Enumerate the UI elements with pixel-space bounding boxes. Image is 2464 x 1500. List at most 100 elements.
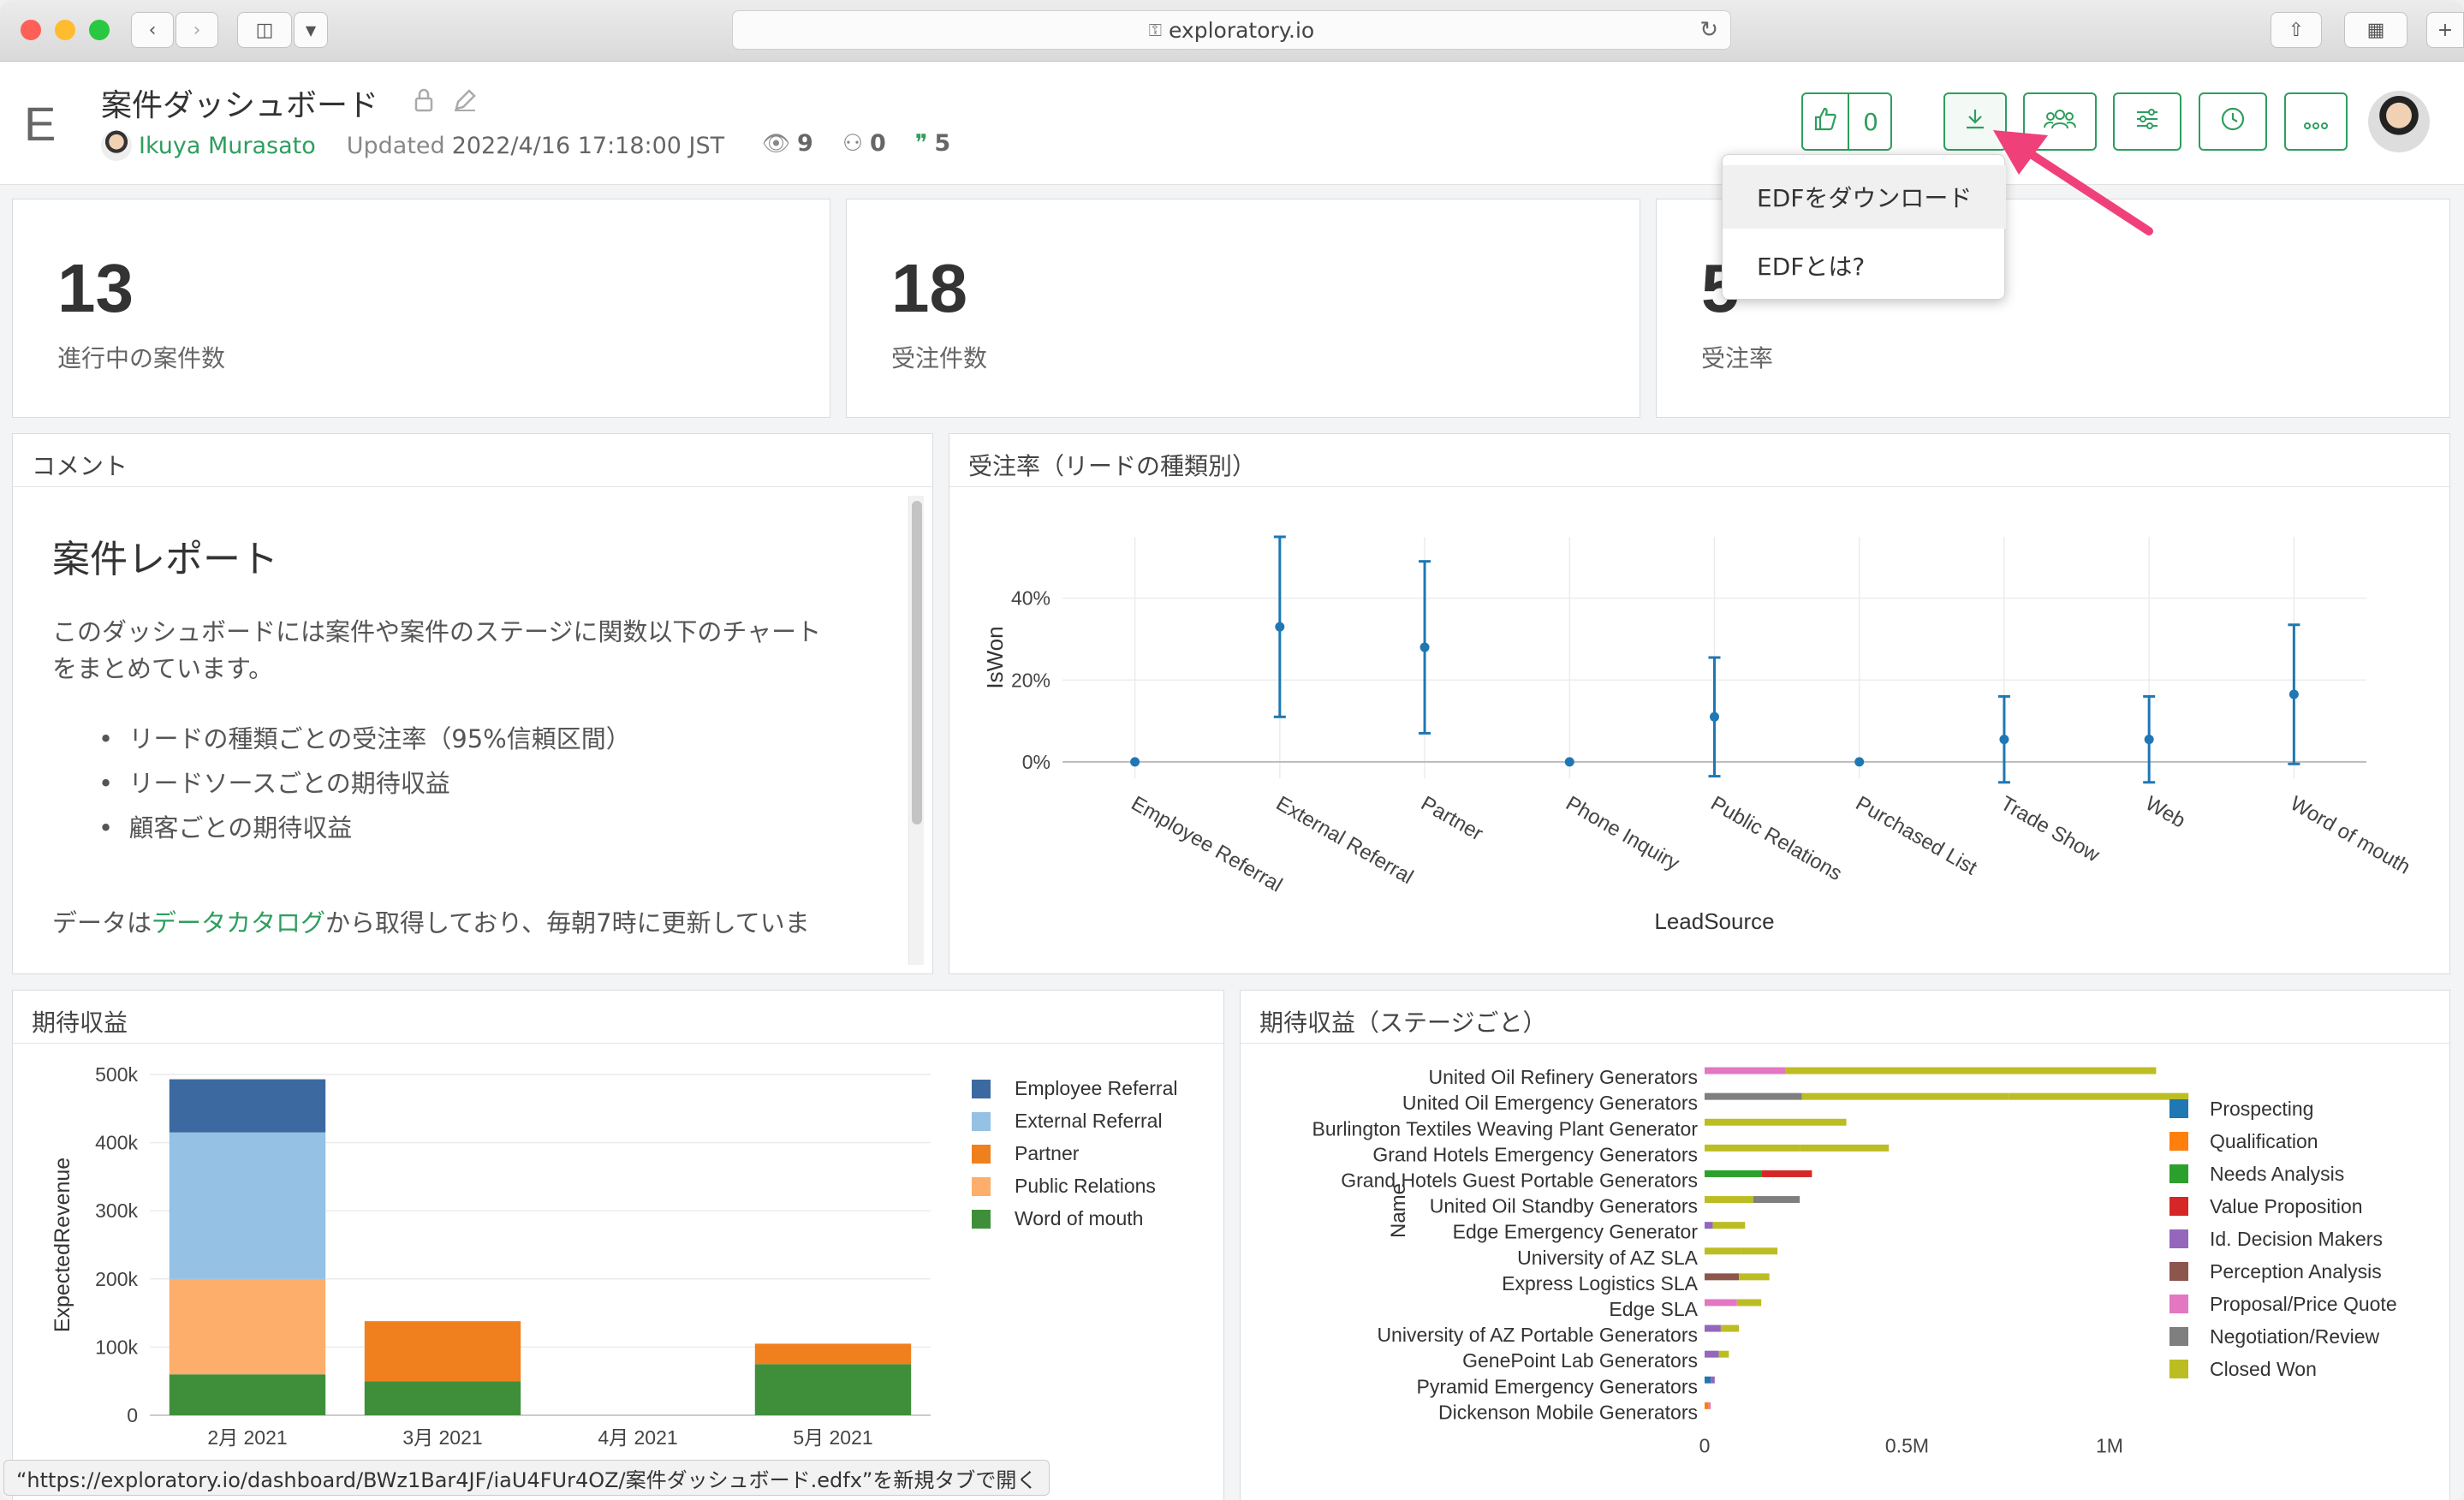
bar-segment bbox=[1705, 1144, 1800, 1152]
x-tick-label: Employee Referral bbox=[1128, 792, 1287, 897]
kpi-label: 進行中の案件数 bbox=[57, 344, 226, 372]
tags-count[interactable]: 5 bbox=[934, 130, 950, 157]
y-axis-label: ExpectedRevenue bbox=[51, 1158, 74, 1332]
bar-segment bbox=[169, 1374, 326, 1415]
y-tick-label: GenePoint Lab Generators bbox=[1462, 1349, 1698, 1372]
app-logo[interactable]: E bbox=[24, 96, 56, 152]
browser-window: ‹ › ◫ ▼ ⚿ exploratory.io ↻ ⇧ ▦ + E 案件ダッシ… bbox=[0, 0, 2464, 1500]
legend-swatch bbox=[972, 1177, 991, 1196]
y-tick-label: United Oil Emergency Generators bbox=[1402, 1092, 1698, 1114]
legend-label: Id. Decision Makers bbox=[2210, 1228, 2383, 1250]
list-item: • 顧客ごとの期待収益 bbox=[98, 813, 353, 842]
list-item: • リードソースごとの期待収益 bbox=[98, 769, 450, 798]
data-point bbox=[1710, 711, 1719, 722]
bar-segment bbox=[1761, 1170, 1812, 1177]
bar-segment bbox=[1705, 1247, 1741, 1255]
x-tick-label: 4月 2021 bbox=[598, 1426, 677, 1449]
author-link[interactable]: Ikuya Murasato bbox=[139, 133, 316, 159]
bar-segment bbox=[1801, 1092, 2009, 1100]
y-axis-label: IsWon bbox=[982, 626, 1008, 688]
data-catalog-link[interactable]: データカタログ bbox=[152, 908, 325, 938]
x-tick-label: Phone Inquiry bbox=[1562, 792, 1683, 875]
bar-segment bbox=[754, 1364, 912, 1415]
back-icon[interactable]: ‹ bbox=[131, 12, 174, 48]
kpi-label: 受注率 bbox=[1701, 344, 1774, 372]
chart-title: 期待収益 bbox=[32, 1009, 128, 1037]
legend-swatch bbox=[2169, 1229, 2188, 1248]
minimize-window-button[interactable] bbox=[55, 20, 75, 40]
address-bar[interactable]: ⚿ exploratory.io ↻ bbox=[732, 10, 1731, 50]
annotation-arrow bbox=[1993, 130, 2153, 235]
bar-segment bbox=[1705, 1376, 1711, 1384]
bar-segment bbox=[364, 1381, 521, 1415]
stage-revenue-chart-card: 期待収益（ステージごと） United Oil Refinery Generat… bbox=[1240, 990, 2450, 1500]
report-heading: 案件レポート bbox=[52, 538, 278, 581]
user-avatar[interactable] bbox=[2368, 91, 2430, 152]
y-tick-label: Dickenson Mobile Generators bbox=[1438, 1401, 1698, 1423]
bar-segment bbox=[1705, 1196, 1753, 1204]
bar-segment bbox=[1718, 1350, 1729, 1358]
tab-overview-icon[interactable]: ▦ bbox=[2344, 12, 2407, 48]
scrollbar[interactable] bbox=[908, 496, 924, 965]
more-button[interactable] bbox=[2284, 92, 2348, 151]
bar-segment bbox=[1705, 1222, 1713, 1229]
legend-swatch bbox=[972, 1080, 991, 1098]
dashboard-title: 案件ダッシュボード bbox=[101, 88, 379, 123]
bar-segment bbox=[1705, 1170, 1762, 1177]
views-count: 9 bbox=[797, 130, 813, 157]
legend-swatch bbox=[2169, 1360, 2188, 1378]
y-tick-label: University of AZ Portable Generators bbox=[1377, 1324, 1698, 1346]
edit-icon[interactable] bbox=[452, 87, 478, 119]
report-paragraph: このダッシュボードには案件や案件のステージに関数以下のチャート をまとめています… bbox=[52, 614, 900, 688]
what-is-edf-item[interactable]: EDFとは? bbox=[1723, 234, 2006, 297]
y-tick-label: University of AZ SLA bbox=[1517, 1247, 1699, 1269]
scrollbar-thumb[interactable] bbox=[912, 501, 922, 824]
bar-segment bbox=[1705, 1402, 1709, 1409]
new-tab-icon[interactable]: + bbox=[2426, 12, 2464, 48]
schedule-button[interactable] bbox=[2199, 92, 2267, 151]
data-point bbox=[2144, 735, 2154, 745]
y-tick-label: Burlington Textiles Weaving Plant Genera… bbox=[1312, 1117, 1699, 1140]
author-avatar bbox=[101, 130, 132, 161]
y-tick-label: 20% bbox=[1011, 669, 1050, 691]
download-edf-item[interactable]: EDFをダウンロード bbox=[1723, 165, 2006, 229]
lock-icon: ⚿ bbox=[1148, 20, 1162, 40]
paragraph-line: このダッシュボードには案件や案件のステージに関数以下のチャート bbox=[52, 617, 822, 646]
chart-title: 受注率（リードの種類別） bbox=[968, 452, 1257, 480]
tag-icon[interactable]: ❞ bbox=[915, 130, 928, 157]
kpi-card[interactable]: 18 受注件数 bbox=[846, 199, 1640, 418]
bar-segment bbox=[1739, 1273, 1770, 1281]
share-icon[interactable]: ⇧ bbox=[2271, 12, 2322, 48]
x-tick-label: 3月 2021 bbox=[402, 1426, 482, 1449]
kpi-value: 13 bbox=[57, 250, 134, 326]
sidebar-toggle-icon[interactable]: ◫ bbox=[237, 12, 292, 48]
kpi-card[interactable]: 13 進行中の案件数 bbox=[12, 199, 830, 418]
forward-icon[interactable]: › bbox=[176, 12, 218, 48]
views-icon: 👁 bbox=[762, 130, 791, 157]
maximize-window-button[interactable] bbox=[89, 20, 110, 40]
bar-segment bbox=[1708, 1402, 1711, 1409]
bar-segment bbox=[1720, 1324, 1740, 1332]
data-point bbox=[2288, 689, 2299, 699]
forks-icon: ⚇ bbox=[842, 130, 864, 157]
bar-segment bbox=[1753, 1196, 1800, 1204]
bar-segment bbox=[1711, 1376, 1715, 1384]
like-button[interactable]: 0 bbox=[1801, 92, 1892, 151]
x-tick-label: 5月 2021 bbox=[793, 1426, 872, 1449]
bar-segment bbox=[169, 1132, 326, 1279]
y-tick-label: United Oil Refinery Generators bbox=[1429, 1066, 1698, 1088]
close-window-button[interactable] bbox=[21, 20, 41, 40]
legend-label: Proposal/Price Quote bbox=[2210, 1293, 2397, 1315]
chevron-down-icon[interactable]: ▼ bbox=[294, 12, 328, 48]
legend-label: Value Proposition bbox=[2210, 1195, 2363, 1217]
reload-icon[interactable]: ↻ bbox=[1699, 17, 1718, 43]
bar-segment bbox=[2008, 1092, 2189, 1100]
legend-label: Partner bbox=[1015, 1142, 1080, 1164]
lock-icon bbox=[413, 87, 435, 119]
url-text: exploratory.io bbox=[1168, 17, 1315, 43]
bar-segment bbox=[1705, 1350, 1719, 1358]
report-paragraph-2: データはデータカタログから取得しており、毎朝7時に更新していま bbox=[52, 903, 810, 939]
bar-segment bbox=[1736, 1299, 1762, 1307]
legend-label: Needs Analysis bbox=[2210, 1163, 2344, 1185]
download-menu: EDFをダウンロード EDFとは? bbox=[1722, 154, 2006, 300]
